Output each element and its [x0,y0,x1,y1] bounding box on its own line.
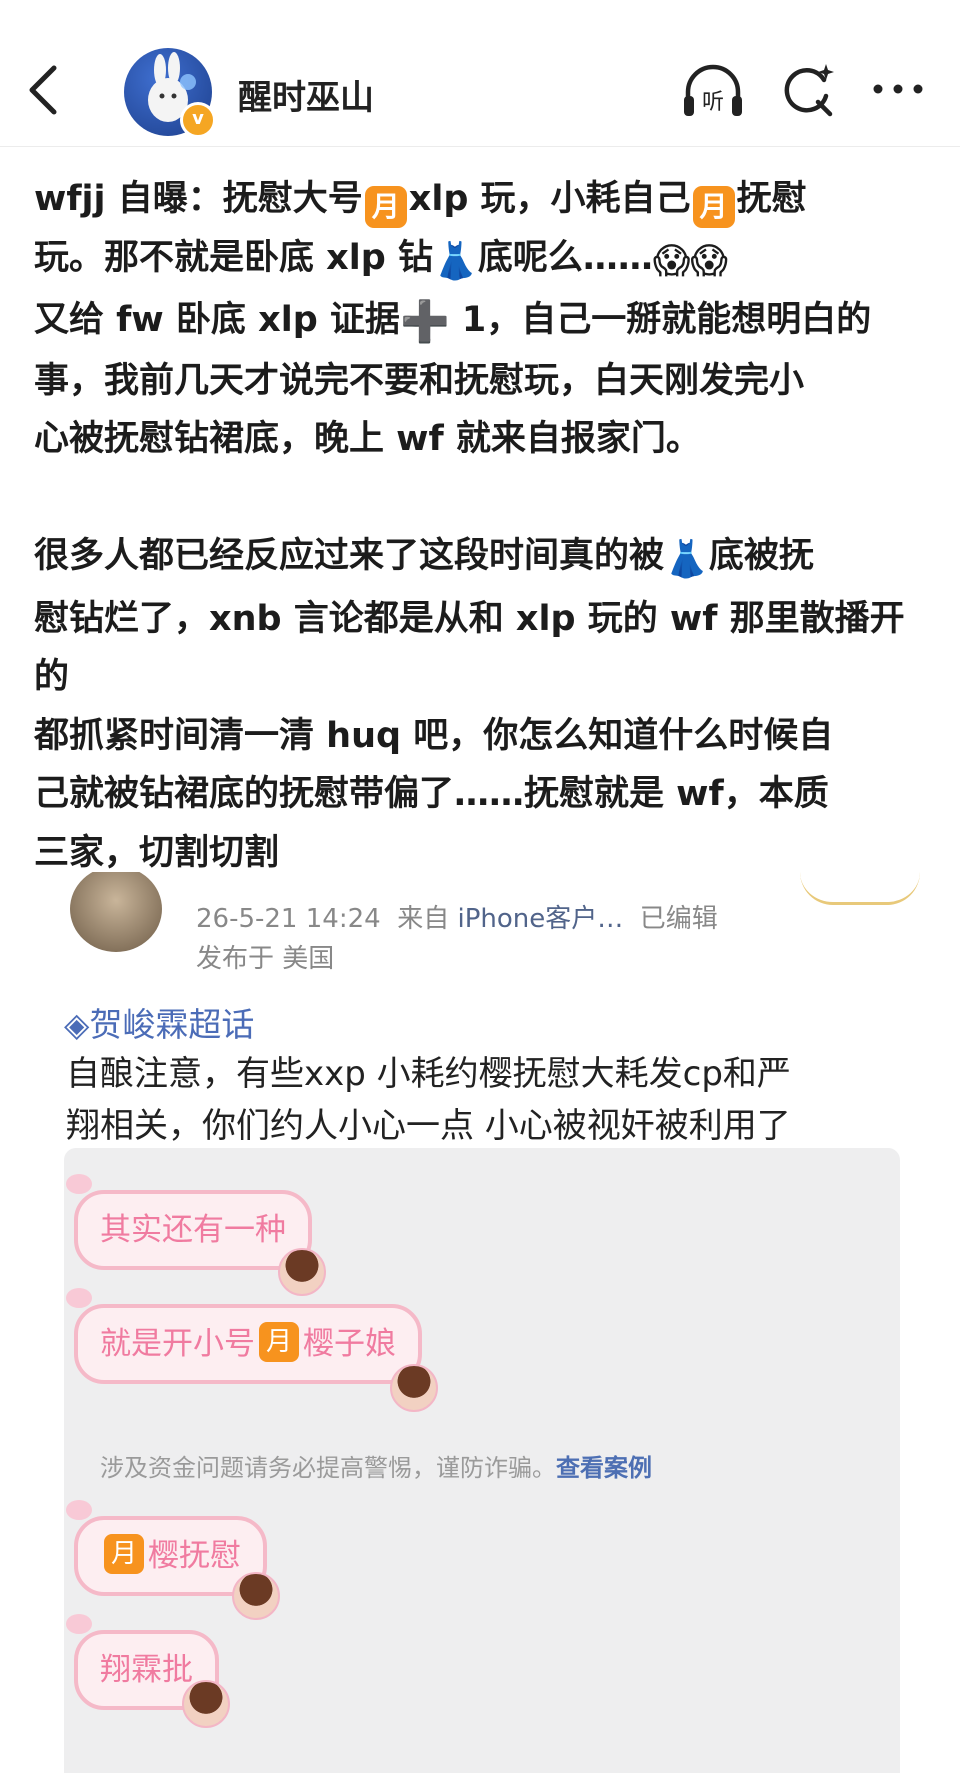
chat-bubble-text: 樱子娘 [303,1326,396,1362]
embedded-from: 来自 [397,904,450,934]
post-text: wfjj 自曝：抚慰大号 [34,179,363,219]
post-text: 底被抚 [708,536,814,576]
post-line: 的 [34,657,70,697]
listen-button[interactable]: 听 [678,62,748,122]
chibi-sticker-icon [232,1572,280,1620]
verified-badge-icon: v [180,102,216,138]
post-text: 玩。那不就是卧底 xlp 钻 [34,237,433,278]
decorative-curve [800,872,920,905]
post-body: wfjj 自曝：抚慰大号月 xlp 玩，小耗自己月抚慰 玩。那不就是卧底 xlp … [34,170,914,882]
top-bar: v 醒时巫山 听 [0,0,960,147]
embedded-timestamp: 26-5-21 14:24 [196,904,381,934]
embedded-screenshot[interactable]: 26-5-21 14:24 来自 iPhone客户… 已编辑 发布于 美国 ◈贺… [40,872,920,1773]
chibi-sticker-icon [390,1364,438,1412]
dress-emoji: 👗 [664,539,709,580]
listen-label: 听 [702,90,724,115]
plus-emoji: ➕ [399,299,450,345]
embedded-body-line: 翔相关，你们约人小心一点 小心被视奸被利用了 [66,1106,791,1146]
post-text: xlp 玩，小耗自己 [408,179,691,219]
chevron-left-icon [29,65,57,115]
search-sparkle-icon [784,64,834,117]
post-line: wfjj 自曝：抚慰大号月 xlp 玩，小耗自己月抚慰 [34,170,914,229]
moon-emoji: 月 [364,186,407,228]
bubble-decoration [66,1174,92,1194]
embedded-edited: 已编辑 [639,904,718,934]
headphones-icon: 听 [684,64,742,116]
post-line: 慰钻烂了，xnb 言论都是从和 xlp 玩的 wf 那里散播开 [34,598,905,639]
post-text: 又给 fw 卧底 xlp 证据 [34,300,400,340]
embedded-meta: 26-5-21 14:24 来自 iPhone客户… 已编辑 [196,898,718,935]
moon-emoji: 月 [104,1534,144,1574]
embedded-location: 发布于 美国 [196,944,335,974]
more-dots-icon [873,84,923,94]
chibi-sticker-icon [182,1680,230,1728]
scream-emoji: 😱 [690,240,728,282]
post-line: 又给 fw 卧底 xlp 证据➕ 1，自己一掰就能想明白的 [34,291,914,352]
bubble-decoration [66,1614,92,1634]
chat-bubble: 就是开小号月樱子娘 [66,1288,422,1384]
bubble-decoration [66,1500,92,1520]
post-text: 底呢么…… [477,237,653,278]
chat-screenshot: 其实还有一种 就是开小号月樱子娘 涉及资金问题请务必提高警惕，谨防诈骗。查看案例… [64,1148,900,1773]
embedded-body-line: 自酿注意，有些xxp 小耗约樱抚慰大耗发cp和严 [66,1054,791,1094]
back-button[interactable] [22,60,72,120]
chat-bubble-text: 樱抚慰 [148,1538,241,1574]
view-cases-link[interactable]: 查看案例 [556,1454,652,1482]
embedded-body: 自酿注意，有些xxp 小耗约樱抚慰大耗发cp和严 翔相关，你们约人小心一点 小心… [66,1048,906,1152]
post-text: 很多人都已经反应过来了这段时间真的被 [34,536,665,576]
post-line: 心被抚慰钻裙底，晚上 wf 就来自报家门。 [34,419,701,459]
chat-bubble-text: 翔霖批 [100,1652,193,1688]
chibi-sticker-icon [278,1248,326,1296]
fraud-notice-text: 涉及资金问题请务必提高警惕，谨防诈骗。 [100,1454,556,1482]
embedded-client: iPhone客户… [457,904,624,934]
post-line: 很多人都已经反应过来了这段时间真的被👗底被抚 [34,527,914,590]
embedded-avatar [70,872,162,952]
moon-emoji: 月 [259,1322,299,1362]
post-line: 都抓紧时间清一清 huq 吧，你怎么知道什么时候自 [34,715,834,756]
post-line: 玩。那不就是卧底 xlp 钻👗底呢么……😱😱 [34,229,914,292]
post-text: 1，自己一掰就能想明白的 [449,300,872,340]
username[interactable]: 醒时巫山 [238,70,374,119]
search-button[interactable] [778,60,838,120]
dress-emoji: 👗 [433,240,478,282]
embedded-topic: ◈贺峻霖超话 [64,1005,255,1044]
chat-bubble: 其实还有一种 [66,1174,312,1270]
moon-emoji: 月 [692,186,735,228]
post-line: 事，我前几天才说完不要和抚慰玩，白天刚发完小 [34,360,805,401]
fraud-notice: 涉及资金问题请务必提高警惕，谨防诈骗。查看案例 [100,1448,652,1483]
chat-bubble-text: 其实还有一种 [100,1212,286,1248]
scream-emoji: 😱 [652,240,691,282]
avatar[interactable]: v [124,48,216,138]
chat-bubble-text: 就是开小号 [100,1326,255,1362]
more-button[interactable] [868,74,928,104]
post-text: 抚慰 [736,179,807,219]
post-line: 己就被钻裙底的抚慰带偏了……抚慰就是 wf，本质 [34,774,829,814]
bubble-decoration [66,1288,92,1308]
